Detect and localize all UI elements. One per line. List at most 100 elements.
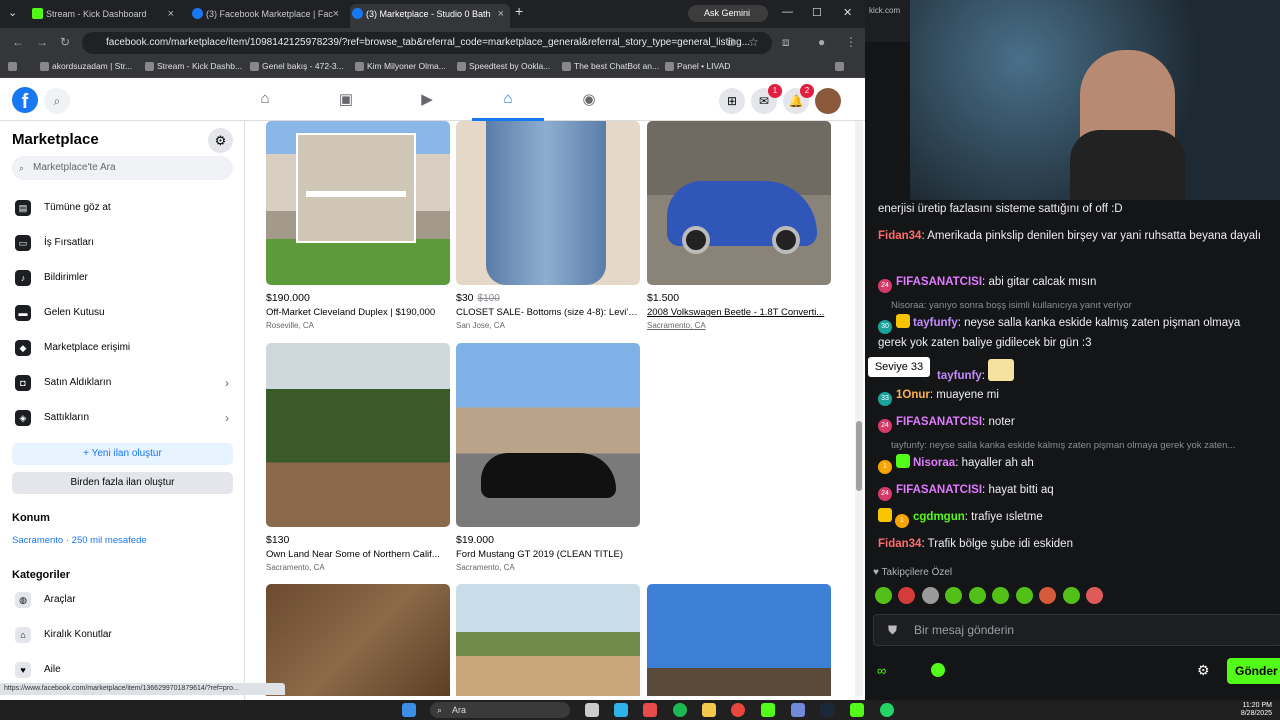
ask-gemini-button[interactable]: Ask Gemini (688, 5, 768, 22)
category-rentals[interactable]: ⌂ Kiralık Konutlar (12, 620, 237, 650)
listing-image[interactable] (647, 121, 831, 285)
more-bookmarks-icon[interactable]: » (835, 61, 844, 71)
gear-icon[interactable]: ⚙ (208, 128, 233, 153)
listing-image[interactable] (266, 584, 450, 696)
sidebar-item-browse-all[interactable]: ▤ Tümüne göz at (12, 193, 237, 223)
bookmark-star-icon[interactable]: ☆ (748, 35, 759, 49)
spotify-icon[interactable] (673, 703, 687, 717)
back-icon[interactable]: ← (12, 35, 24, 49)
tab-kick-dashboard[interactable]: Stream - Kick Dashboard × (30, 4, 180, 28)
listing-image[interactable] (266, 343, 450, 527)
gear-icon[interactable]: ⚙ (1197, 662, 1210, 679)
forward-icon[interactable]: → (36, 35, 48, 49)
emote-icon[interactable] (992, 587, 1009, 604)
listing-card[interactable] (456, 584, 640, 696)
sidebar-item-jobs[interactable]: ▭ İş Fırsatları (12, 228, 237, 258)
chat-username[interactable]: Fidan34 (878, 538, 921, 550)
bookmark-item[interactable]: Kim Milyoner Olma... (355, 61, 446, 71)
minimize-icon[interactable]: — (782, 6, 793, 18)
chat-username[interactable]: tayfunfy (913, 317, 958, 329)
listing-image[interactable] (456, 343, 640, 527)
system-clock[interactable]: 11:20 PM 8/28/2025 (1228, 702, 1272, 718)
search-icon[interactable]: ⌕ (44, 88, 70, 114)
chat-username[interactable]: tayfunfy (937, 370, 982, 382)
bookmark-item[interactable]: The best ChatBot an... (562, 61, 659, 71)
bookmark-item[interactable]: Speedtest by Ookla... (457, 61, 550, 71)
page-scrollbar[interactable] (855, 121, 863, 696)
emote-icon[interactable] (1063, 587, 1080, 604)
listing-card[interactable]: $190.000 Off-Market Cleveland Duplex | $… (266, 121, 450, 330)
discord-icon[interactable] (791, 703, 805, 717)
marketplace-search-input[interactable]: ⌕ Marketplace'te Ara (12, 156, 233, 180)
marketplace-icon[interactable]: ⌂ (498, 90, 518, 110)
listing-card[interactable]: $130 Own Land Near Some of Northern Cali… (266, 343, 450, 572)
chrome-icon[interactable] (731, 703, 745, 717)
listing-card[interactable] (266, 584, 450, 696)
menu-icon[interactable]: ⋮ (845, 35, 857, 49)
create-multiple-listings-button[interactable]: Birden fazla ilan oluştur (12, 472, 233, 494)
profile-icon[interactable]: ● (818, 35, 825, 49)
chat-username[interactable]: Nisoraa (913, 457, 955, 469)
chat-username[interactable]: FIFASANATCISI (896, 484, 982, 496)
new-tab-icon[interactable]: + (515, 3, 523, 19)
bookmark-item[interactable]: akordsuzadam | Str... (40, 61, 132, 71)
close-icon[interactable]: × (333, 4, 339, 24)
taskbar-search[interactable]: ⌕ Ara (430, 702, 570, 718)
home-icon[interactable]: ⌂ (255, 90, 275, 110)
emote-icon[interactable] (922, 587, 939, 604)
location-link[interactable]: Sacramento · 250 mil mesafede (12, 535, 147, 546)
reels-icon[interactable]: ▶ (417, 90, 437, 110)
menu-grid-icon[interactable]: ⊞ (719, 88, 745, 114)
chat-username[interactable]: FIFASANATCISI (896, 276, 982, 288)
messenger-icon[interactable]: ✉ 1 (751, 84, 782, 114)
chat-username[interactable]: cgdmgun (913, 511, 965, 523)
listing-image[interactable] (456, 121, 640, 285)
listing-card[interactable]: $1.500 2008 Volkswagen Beetle - 1.8T Con… (647, 121, 831, 330)
tab-search-icon[interactable]: ⌄ (8, 6, 17, 19)
emote-icon[interactable] (945, 587, 962, 604)
listing-card[interactable] (647, 584, 831, 696)
listing-image[interactable] (266, 121, 450, 285)
bookmark-item[interactable]: Stream - Kick Dashb... (145, 61, 242, 71)
video-icon[interactable]: ▣ (336, 90, 356, 110)
chat-username[interactable]: FIFASANATCISI (896, 416, 982, 428)
tab-marketplace-item[interactable]: (3) Marketplace - Studio 0 Bath × (350, 4, 510, 28)
maximize-icon[interactable]: ☐ (812, 6, 822, 19)
listing-image[interactable] (456, 584, 640, 696)
facebook-logo[interactable]: f (12, 87, 38, 113)
whatsapp-icon[interactable] (880, 703, 894, 717)
sidebar-item-purchases[interactable]: ◘ Satın Aldıkların › (12, 368, 237, 398)
bookmark-item[interactable]: Panel • LIVAD (665, 61, 730, 71)
kick-logo-icon[interactable] (931, 663, 945, 677)
send-button[interactable]: Gönder (1227, 658, 1280, 684)
windows-start-icon[interactable] (402, 703, 416, 717)
points-icon[interactable]: ∞ (877, 663, 886, 678)
sidebar-item-inbox[interactable]: ▬ Gelen Kutusu (12, 298, 237, 328)
listing-card[interactable]: $30 $100 CLOSET SALE- Bottoms (size 4-8):… (456, 121, 640, 330)
extensions-icon[interactable]: ⧈ (782, 35, 790, 50)
create-listing-button[interactable]: + Yeni ilan oluştur (12, 443, 233, 465)
category-family[interactable]: ♥ Aile (12, 655, 237, 685)
close-window-icon[interactable]: ✕ (843, 6, 852, 19)
listing-image[interactable] (647, 584, 831, 696)
install-icon[interactable]: ⧉ (726, 35, 735, 50)
app-icon[interactable] (643, 703, 657, 717)
reload-icon[interactable]: ↻ (60, 35, 70, 49)
task-view-icon[interactable] (585, 703, 599, 717)
steam-icon[interactable] (820, 703, 834, 717)
emote-icon[interactable] (1086, 587, 1103, 604)
notifications-icon[interactable]: 🔔 2 (783, 84, 814, 114)
folder-icon[interactable] (702, 703, 716, 717)
listing-card[interactable]: $19.000 Ford Mustang GT 2019 (CLEAN TITL… (456, 343, 640, 572)
kick-icon[interactable] (761, 703, 775, 717)
scrollbar-thumb[interactable] (856, 421, 862, 491)
emote-icon[interactable] (1016, 587, 1033, 604)
emote-icon[interactable] (898, 587, 915, 604)
apps-icon[interactable]: ⊞ (8, 61, 18, 72)
close-icon[interactable]: × (498, 4, 504, 24)
category-vehicles[interactable]: ◍ Araçlar (12, 585, 237, 615)
url-input[interactable]: facebook.com/marketplace/item/1098142125… (82, 32, 772, 54)
gaming-icon[interactable]: ◉ (579, 90, 599, 110)
chat-username[interactable]: Fidan34 (878, 230, 921, 242)
emote-icon[interactable] (1039, 587, 1056, 604)
